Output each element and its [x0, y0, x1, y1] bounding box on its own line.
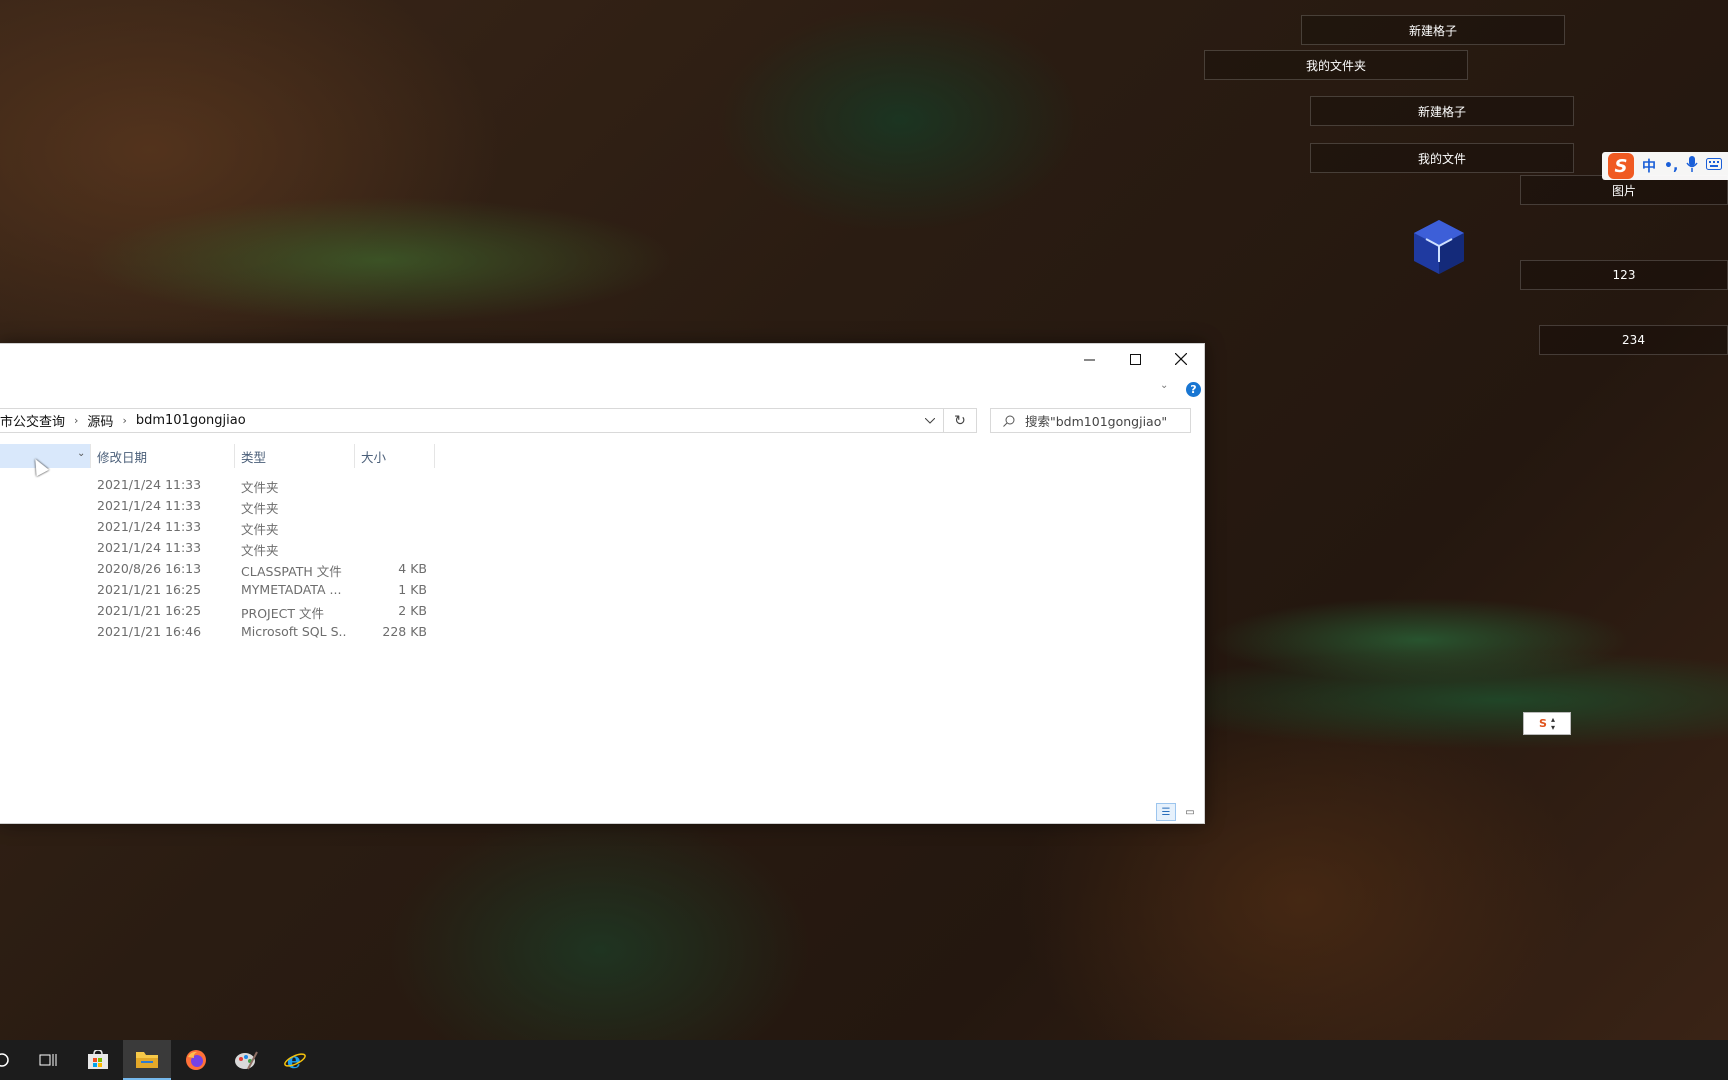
ie-icon[interactable]: e — [271, 1040, 319, 1080]
ribbon-tab-row: ⌄ — [0, 374, 1204, 402]
breadcrumb-chevron-icon[interactable]: › — [74, 414, 78, 427]
file-size: 4 KB — [398, 561, 427, 576]
search-input[interactable]: 搜索"bdm101gongjiao" — [990, 408, 1191, 433]
help-icon[interactable]: ? — [1186, 382, 1201, 397]
ime-toolbar[interactable]: S 中 •, — [1602, 152, 1728, 180]
file-date: 2020/8/26 16:13 — [97, 561, 202, 576]
file-size: 228 KB — [382, 624, 427, 639]
task-view-icon[interactable] — [24, 1040, 72, 1080]
ribbon-expand-chevron-icon[interactable]: ⌄ — [1160, 380, 1168, 391]
desktop-fence-my-files[interactable]: 我的文件 — [1310, 143, 1574, 173]
search-placeholder: 搜索"bdm101gongjiao" — [1025, 414, 1168, 429]
breadcrumb-item[interactable]: 市公交查询 — [0, 411, 65, 430]
file-type: 文件夹 — [241, 480, 279, 495]
column-header-date[interactable]: 修改日期 — [97, 444, 147, 468]
column-header-row: ⌄ 修改日期 类型 大小 — [0, 444, 1204, 468]
breadcrumb-item[interactable]: 源码 — [87, 411, 113, 430]
svg-text:e: e — [287, 1049, 301, 1071]
minimize-button[interactable] — [1066, 344, 1112, 374]
sogou-mini-logo-icon: S — [1539, 717, 1547, 730]
microphone-icon[interactable] — [1686, 156, 1698, 176]
file-type: PROJECT 文件 — [241, 606, 324, 621]
desktop-fence-my-folder[interactable]: 我的文件夹 — [1204, 50, 1468, 80]
search-icon — [1003, 415, 1015, 427]
sogou-logo-icon[interactable]: S — [1608, 153, 1634, 179]
column-header-type[interactable]: 类型 — [241, 444, 266, 468]
address-history-chevron-icon[interactable] — [917, 409, 943, 432]
file-type: CLASSPATH 文件 — [241, 564, 342, 579]
file-row[interactable]: 2021/1/21 16:25 PROJECT 文件 2 KB — [0, 601, 1204, 622]
breadcrumb-chevron-icon[interactable]: › — [122, 414, 126, 427]
view-mode-switcher: ☰ ▭ — [1156, 803, 1200, 821]
file-list: 2021/1/24 11:33 文件夹 2021/1/24 11:33 文件夹 20… — [0, 475, 1204, 643]
ime-mode-toggle[interactable]: 中 — [1642, 156, 1656, 176]
desktop-fence-234[interactable]: 234 — [1539, 325, 1728, 355]
file-explorer-icon[interactable] — [123, 1040, 171, 1080]
file-size: 1 KB — [398, 582, 427, 597]
taskbar: e — [0, 1040, 1728, 1080]
file-type: 文件夹 — [241, 522, 279, 537]
file-date: 2021/1/21 16:25 — [97, 582, 202, 597]
file-row[interactable]: 2021/1/24 11:33 文件夹 — [0, 475, 1204, 496]
desktop-fence-new-grid-2[interactable]: 新建格子 — [1310, 96, 1574, 126]
file-row[interactable]: 2021/1/24 11:33 文件夹 — [0, 517, 1204, 538]
details-view-icon[interactable]: ☰ — [1156, 803, 1176, 821]
sort-chevron-icon[interactable]: ⌄ — [77, 448, 85, 459]
file-type: Microsoft SQL S... — [241, 624, 346, 639]
file-type: MYMETADATA ... — [241, 582, 342, 597]
search-icon[interactable] — [0, 1040, 26, 1080]
file-type: 文件夹 — [241, 543, 279, 558]
file-row[interactable]: 2021/1/21 16:25 MYMETADATA ... 1 KB — [0, 580, 1204, 601]
firefox-icon[interactable] — [172, 1040, 220, 1080]
file-size: 2 KB — [398, 603, 427, 618]
file-date: 2021/1/24 11:33 — [97, 477, 202, 492]
paint-icon[interactable] — [222, 1040, 270, 1080]
file-date: 2021/1/21 16:25 — [97, 603, 202, 618]
large-icons-view-icon[interactable]: ▭ — [1180, 803, 1200, 821]
refresh-icon: ↻ — [954, 412, 966, 429]
desktop-fence-new-grid-1[interactable]: 新建格子 — [1301, 15, 1565, 45]
file-explorer-window: ⌄ ? 市公交查询 › 源码 › bdm101gongjiao ↻ 搜索"bdm… — [0, 343, 1205, 824]
refresh-button[interactable]: ↻ — [944, 408, 977, 433]
updown-arrows-icon: ▴ ▾ — [1550, 714, 1555, 732]
keyboard-icon[interactable] — [1706, 158, 1723, 174]
file-row[interactable]: 2021/1/21 16:46 Microsoft SQL S... 228 KB — [0, 622, 1204, 643]
file-type: 文件夹 — [241, 501, 279, 516]
file-row[interactable]: 2021/1/24 11:33 文件夹 — [0, 496, 1204, 517]
cube-app-icon[interactable] — [1412, 218, 1466, 276]
close-button[interactable] — [1158, 344, 1204, 374]
file-date: 2021/1/21 16:46 — [97, 624, 202, 639]
file-row[interactable]: 2020/8/26 16:13 CLASSPATH 文件 4 KB — [0, 559, 1204, 580]
address-bar[interactable]: 市公交查询 › 源码 › bdm101gongjiao — [0, 408, 944, 433]
file-date: 2021/1/24 11:33 — [97, 519, 202, 534]
file-row[interactable]: 2021/1/24 11:33 文件夹 — [0, 538, 1204, 559]
store-icon[interactable] — [74, 1040, 122, 1080]
column-header-size[interactable]: 大小 — [361, 444, 386, 468]
file-date: 2021/1/24 11:33 — [97, 540, 202, 555]
breadcrumb-current[interactable]: bdm101gongjiao — [136, 413, 246, 428]
ime-punct-toggle[interactable]: •, — [1664, 158, 1678, 174]
ime-mini-status[interactable]: S ▴ ▾ — [1523, 712, 1571, 735]
file-date: 2021/1/24 11:33 — [97, 498, 202, 513]
title-bar[interactable] — [0, 344, 1204, 374]
desktop-fence-123[interactable]: 123 — [1520, 260, 1728, 290]
maximize-button[interactable] — [1112, 344, 1158, 374]
